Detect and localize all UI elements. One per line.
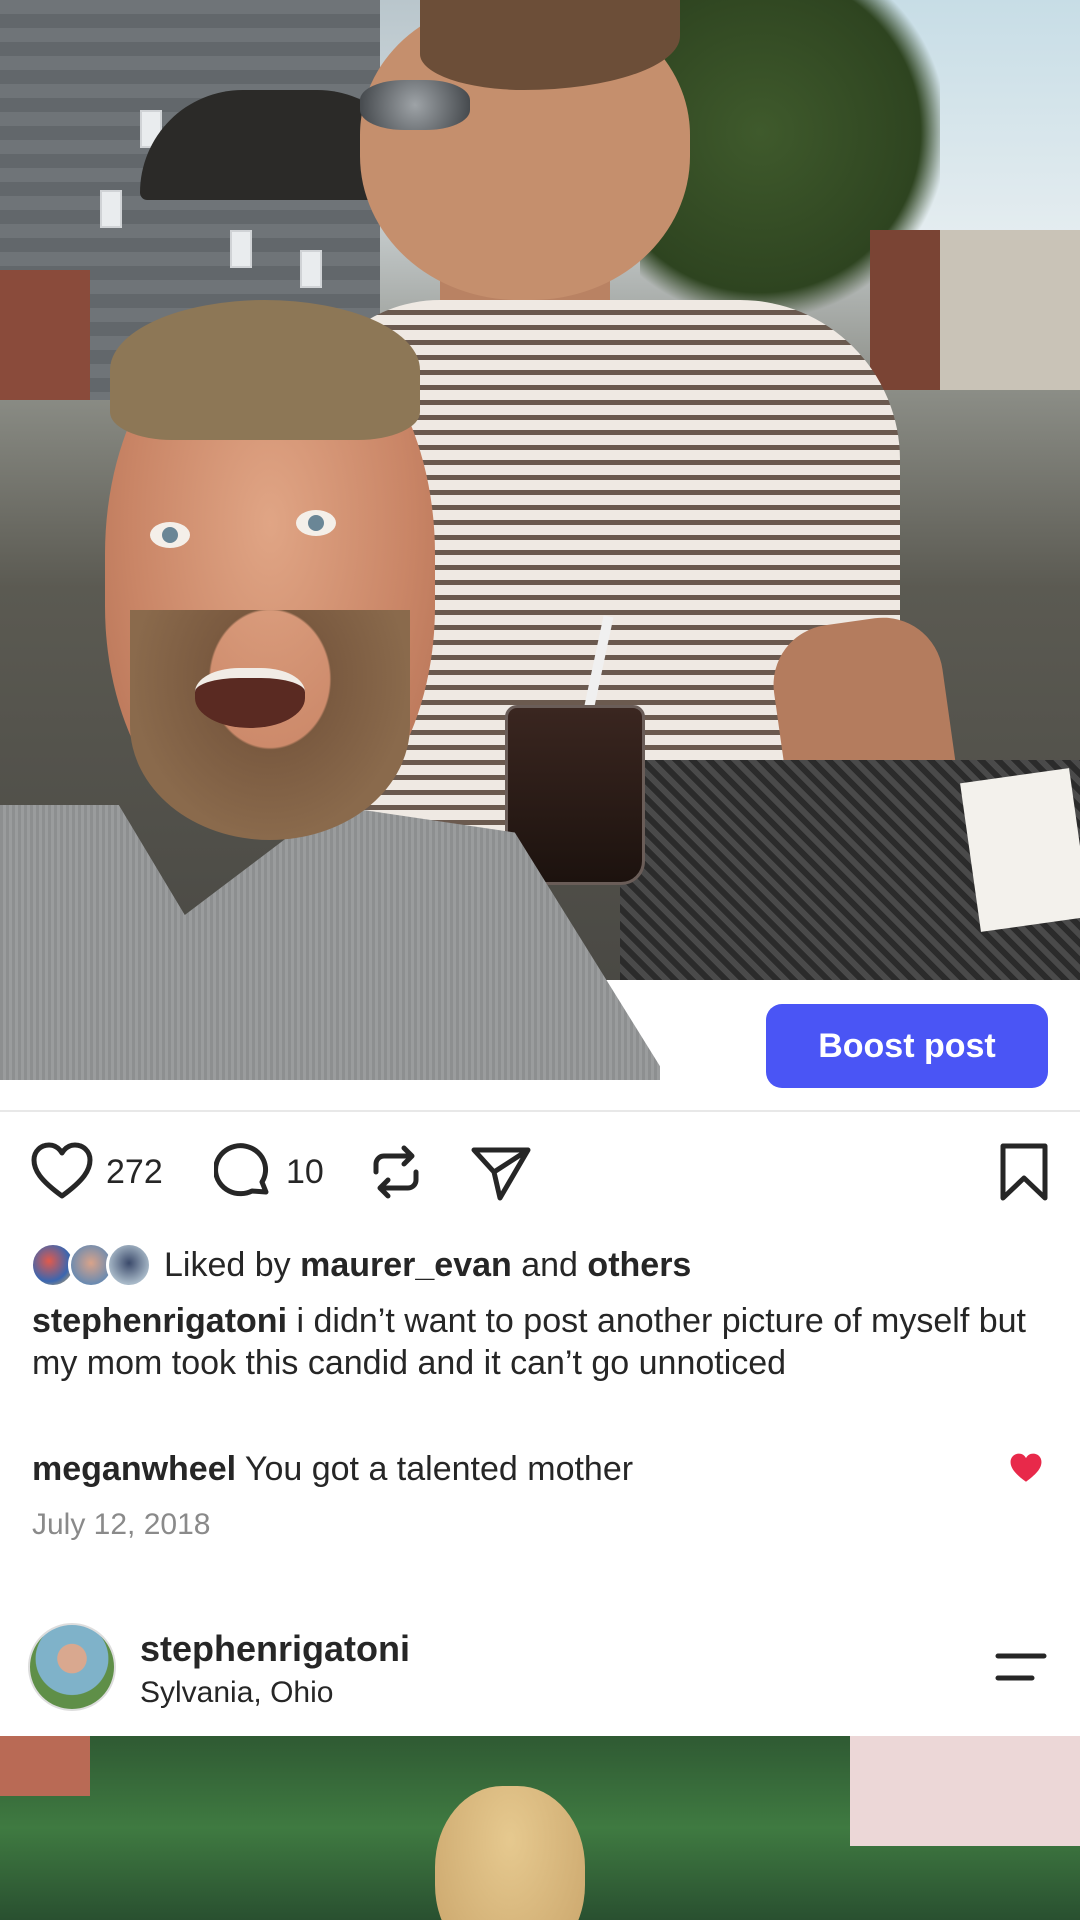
comment-button[interactable]: 10 [214,1142,324,1202]
comment-username[interactable]: meganwheel [32,1450,236,1488]
save-button[interactable] [998,1142,1050,1202]
selfie-hair [110,300,420,440]
liked-by-others[interactable]: others [587,1246,691,1285]
action-bar: 272 10 [30,1142,1050,1206]
comment-count[interactable]: 10 [286,1153,324,1192]
post-caption: stephenrigatoni i didn’t want to post an… [32,1300,1042,1384]
liked-by-line[interactable]: Liked by maurer_evan and others [30,1240,691,1290]
caption-username[interactable]: stephenrigatoni [32,1302,287,1340]
post-date: July 12, 2018 [32,1508,211,1541]
liker-avatars [30,1240,154,1290]
divider [0,1110,1080,1112]
liked-by-and: and [521,1245,578,1284]
boost-post-button[interactable]: Boost post [766,1004,1048,1088]
avatar[interactable] [28,1623,116,1711]
sunglasses [360,80,470,130]
menu-paper [960,768,1080,932]
repost-button[interactable] [368,1142,424,1202]
next-post-username[interactable]: stephenrigatoni [140,1628,410,1670]
avatar [106,1242,152,1288]
like-count[interactable]: 272 [106,1153,163,1192]
eye [150,522,190,548]
bookmark-icon [998,1142,1050,1202]
send-icon [470,1142,532,1202]
share-button[interactable] [470,1142,532,1202]
mouth [195,668,305,728]
next-post-person [435,1786,585,1920]
menu-lines-icon[interactable] [992,1650,1048,1689]
next-post-location[interactable]: Sylvania, Ohio [140,1676,333,1710]
heart-outline-icon [30,1142,94,1202]
top-comment[interactable]: meganwheel You got a talented mother [32,1448,982,1490]
next-post-header: stephenrigatoni Sylvania, Ohio [0,1620,1080,1730]
next-post-image[interactable] [0,1736,1080,1920]
liked-by-user[interactable]: maurer_evan [300,1246,512,1285]
heart-filled-icon[interactable] [1008,1452,1044,1489]
eye [296,510,336,536]
comment-bubble-icon [214,1142,274,1202]
repost-icon [368,1142,424,1202]
liked-by-prefix: Liked by [164,1245,291,1284]
like-button[interactable]: 272 [30,1142,163,1202]
comment-text: You got a talented mother [244,1450,634,1488]
